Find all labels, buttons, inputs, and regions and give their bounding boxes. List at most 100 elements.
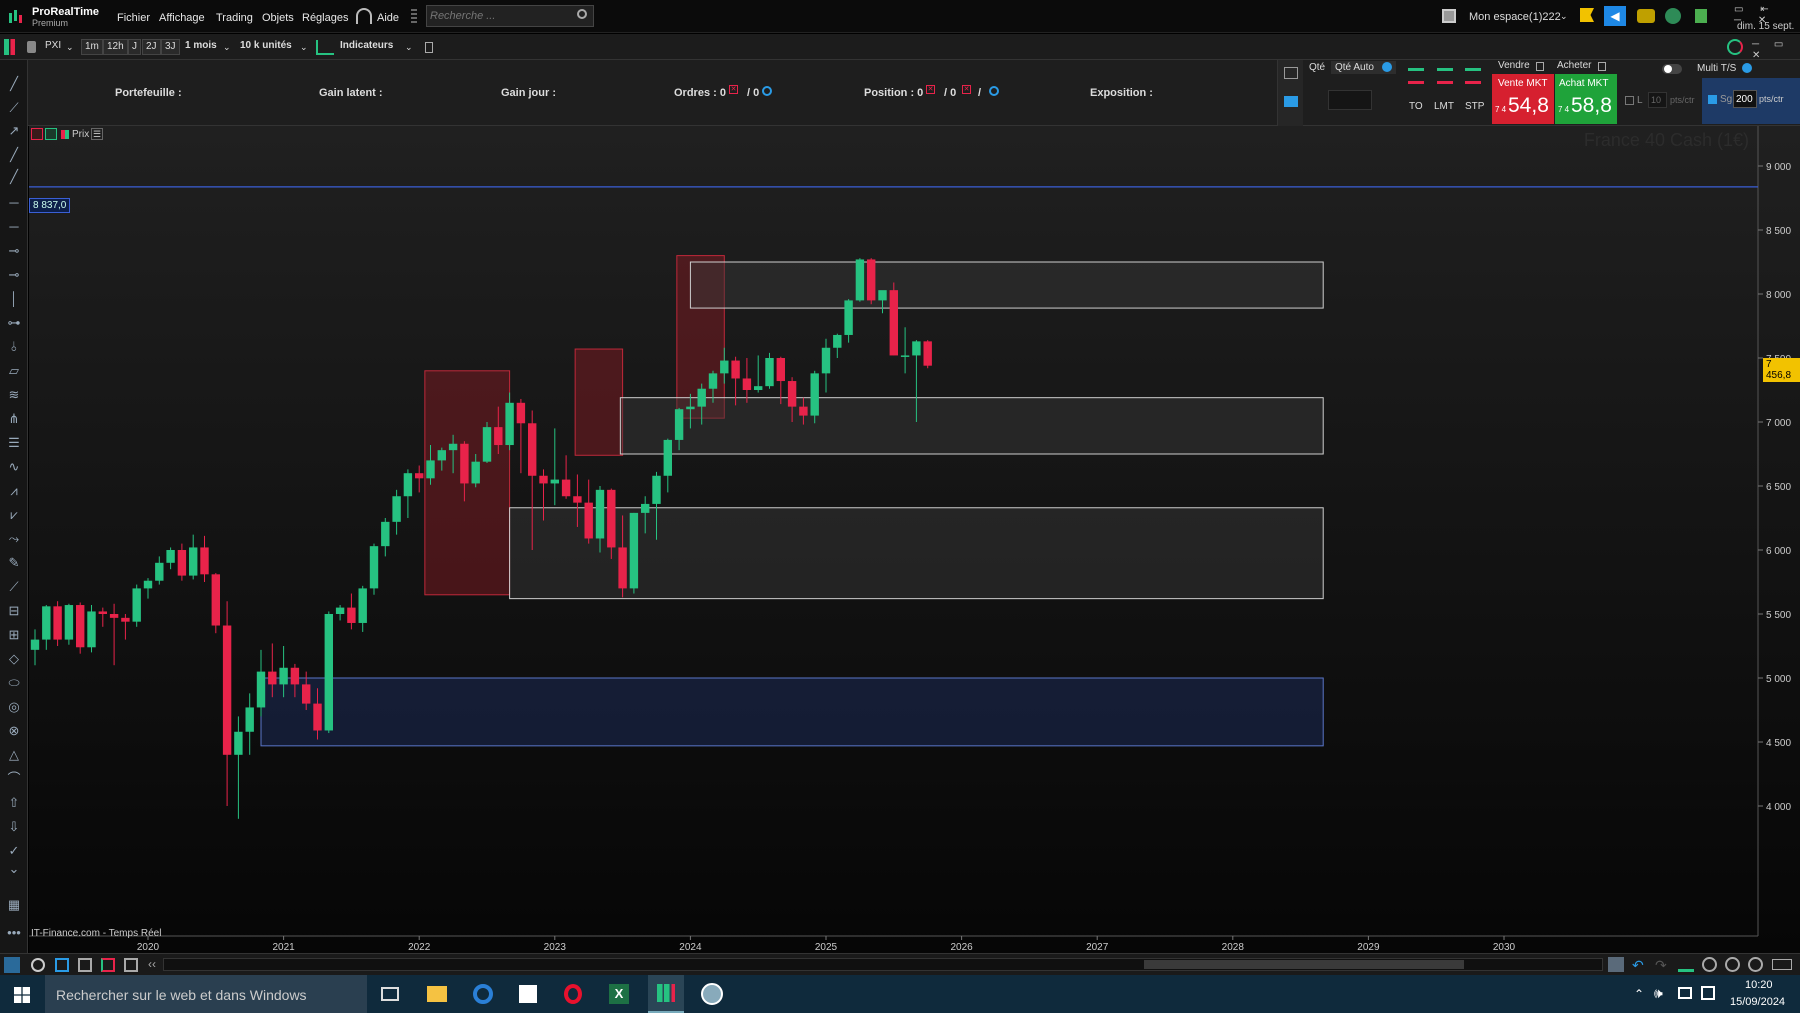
- rectangle-tool-icon[interactable]: ◇: [5, 650, 23, 668]
- l-checkbox[interactable]: [1625, 96, 1634, 105]
- multi-ts-toggle[interactable]: [1662, 64, 1682, 74]
- order-type-stp-icon[interactable]: [1465, 68, 1481, 84]
- add-indicator-icon[interactable]: [31, 128, 43, 140]
- candle[interactable]: [765, 353, 773, 389]
- arc-tool-icon[interactable]: ⌒: [5, 770, 23, 788]
- price-chart-svg[interactable]: 9 0008 5008 0007 5007 0006 5006 0005 500…: [29, 126, 1800, 956]
- keyboard-shortcuts-icon[interactable]: [1772, 959, 1792, 970]
- drawing-mode-icon[interactable]: [4, 957, 20, 973]
- zoom-out-icon[interactable]: [1725, 957, 1740, 972]
- price-chart[interactable]: 9 0008 5008 0007 5007 0006 5006 0005 500…: [29, 126, 1800, 956]
- notifications-icon[interactable]: [1701, 986, 1715, 1000]
- candle[interactable]: [483, 422, 491, 463]
- windows-start-icon[interactable]: [14, 987, 30, 1003]
- channel-tool-icon[interactable]: ≋: [5, 386, 23, 404]
- menu-aide[interactable]: Aide: [377, 12, 399, 24]
- info-icon[interactable]: [425, 42, 433, 53]
- candle[interactable]: [370, 544, 378, 595]
- chevron-down-icon[interactable]: ⌄: [405, 42, 413, 53]
- qty-input[interactable]: [1328, 90, 1372, 110]
- order-type-to-icon[interactable]: [1408, 68, 1424, 84]
- search-input[interactable]: [430, 8, 570, 24]
- taskbar-search-box[interactable]: Rechercher sur le web et dans Windows: [45, 975, 367, 1013]
- candle[interactable]: [133, 585, 141, 627]
- refresh-icon[interactable]: [1727, 39, 1743, 55]
- close-position-icon-2[interactable]: ✕: [962, 85, 971, 94]
- search-icon[interactable]: [577, 9, 587, 19]
- excel-icon[interactable]: X: [609, 984, 629, 1004]
- legend-list-icon[interactable]: ☰: [91, 128, 103, 140]
- arrow-down-tool-icon[interactable]: ⇩: [5, 818, 23, 836]
- sell-info-icon[interactable]: [1536, 62, 1544, 71]
- taskbar-date[interactable]: 15/09/2024: [1730, 996, 1785, 1008]
- sell-market-button[interactable]: Vente MKT 7 4 54,8: [1492, 74, 1554, 124]
- show-hidden-icons[interactable]: ⌃: [1634, 987, 1644, 1001]
- candles-icon[interactable]: [4, 39, 20, 55]
- undo-icon[interactable]: ↶: [1632, 957, 1644, 974]
- horizontal-scrollbar[interactable]: [163, 958, 1603, 971]
- redo-icon[interactable]: ↷: [1655, 957, 1667, 974]
- more-tools-chevron-icon[interactable]: ⌄: [5, 860, 23, 878]
- timeframe-1m[interactable]: 1m: [81, 39, 103, 55]
- menu-reglages[interactable]: Réglages: [302, 12, 348, 24]
- layout-icon[interactable]: [101, 958, 115, 972]
- menu-objets[interactable]: Objets: [262, 12, 294, 24]
- calculator-icon[interactable]: [1695, 9, 1707, 23]
- pattern-tool-icon[interactable]: ⩘: [5, 482, 23, 500]
- candle[interactable]: [856, 258, 864, 302]
- vertical-segment-tool-icon[interactable]: ⫰: [5, 338, 23, 356]
- chevron-down-icon[interactable]: ⌄: [223, 42, 231, 53]
- timeframe-12h[interactable]: 12h: [103, 39, 128, 55]
- candle[interactable]: [867, 258, 875, 304]
- menu-fichier[interactable]: Fichier: [117, 12, 150, 24]
- ellipse-tool-icon[interactable]: ⬭: [5, 674, 23, 692]
- scroll-left-button[interactable]: ‹‹: [148, 957, 156, 971]
- period-selector[interactable]: 1 mois: [182, 39, 220, 55]
- auto-scale-icon[interactable]: [1678, 957, 1694, 972]
- calendar-icon[interactable]: [1608, 957, 1624, 972]
- share-icon[interactable]: [31, 958, 45, 972]
- candle[interactable]: [924, 340, 932, 368]
- position-settings-icon[interactable]: [989, 86, 999, 96]
- zone-blue-6[interactable]: [261, 678, 1323, 746]
- horizontal-segment-tool-icon[interactable]: ⊸: [5, 242, 23, 260]
- candle[interactable]: [325, 611, 333, 733]
- zoom-in-icon[interactable]: [1748, 957, 1763, 972]
- order-type-stp[interactable]: STP: [1465, 101, 1484, 112]
- hline-price-tag[interactable]: 8 837,0: [29, 198, 70, 213]
- cancel-orders-icon[interactable]: ✕: [729, 85, 738, 94]
- zone-grey-4[interactable]: [620, 398, 1323, 454]
- chevron-down-icon[interactable]: ⌄: [1560, 11, 1568, 22]
- order-type-to[interactable]: TO: [1409, 101, 1423, 112]
- horizontal-line-tool-icon[interactable]: ─: [5, 194, 23, 212]
- timeframe-2j[interactable]: 2J: [142, 39, 161, 55]
- ruler-tool-icon[interactable]: ▱: [5, 362, 23, 380]
- layers-tool-icon[interactable]: ▦: [5, 896, 23, 914]
- wave-tool-icon[interactable]: ∿: [5, 458, 23, 476]
- candle[interactable]: [890, 282, 898, 355]
- store-icon[interactable]: [519, 985, 537, 1003]
- date-range-tool-icon[interactable]: ⊞: [5, 626, 23, 644]
- menu-affichage[interactable]: Affichage: [159, 12, 205, 24]
- workspace-selector[interactable]: Mon espace(1)222: [1469, 11, 1561, 23]
- globe-icon[interactable]: [1665, 8, 1681, 24]
- chart-window-controls[interactable]: ─ ▭ ✕: [1752, 39, 1800, 61]
- search-box[interactable]: [426, 5, 594, 27]
- candle[interactable]: [53, 601, 61, 646]
- keyboard-icon[interactable]: [1284, 96, 1298, 107]
- l-value-input[interactable]: 10: [1648, 92, 1667, 108]
- vertical-line-tool-icon[interactable]: │: [5, 290, 23, 308]
- zigzag-tool-icon[interactable]: ⩗: [5, 506, 23, 524]
- zoom-fit-icon[interactable]: [1702, 957, 1717, 972]
- chevron-down-icon[interactable]: ⌄: [66, 42, 74, 53]
- arrow-up-tool-icon[interactable]: ⇧: [5, 794, 23, 812]
- order-type-lmt[interactable]: LMT: [1434, 101, 1454, 112]
- legend-price-label[interactable]: Prix: [72, 129, 89, 140]
- window-icon[interactable]: [124, 958, 138, 972]
- horizontal-ray-tool-icon[interactable]: ─: [5, 218, 23, 236]
- flag-icon[interactable]: [1580, 8, 1594, 22]
- multi-ts-info-icon[interactable]: [1742, 63, 1752, 73]
- zone-grey-3[interactable]: [690, 262, 1323, 308]
- sg-checkbox[interactable]: [1708, 95, 1717, 104]
- pencil-tool-icon[interactable]: ✎: [5, 554, 23, 572]
